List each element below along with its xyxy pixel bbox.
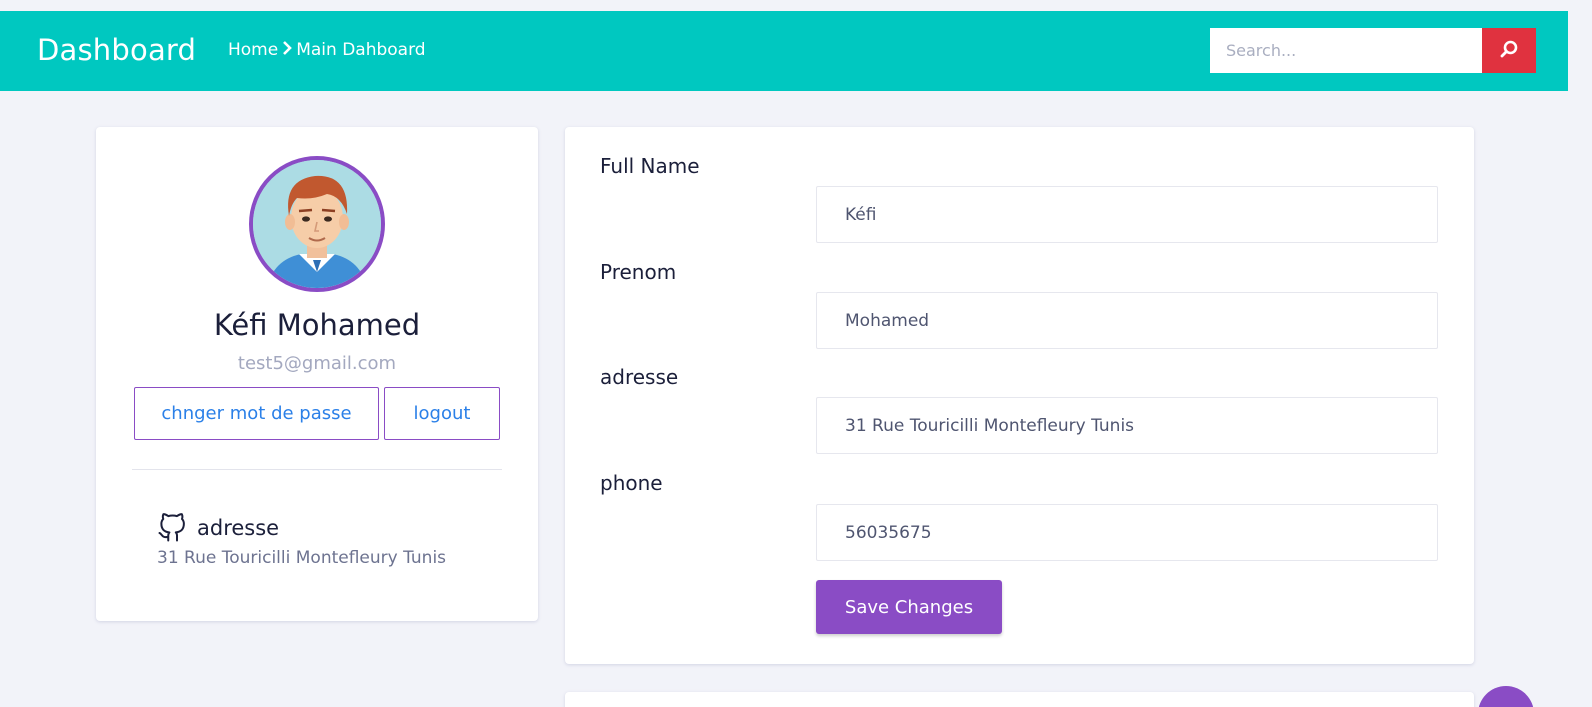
breadcrumb-home[interactable]: Home [228,40,278,60]
search-icon [1499,39,1519,62]
chevron-right-icon [282,41,293,59]
profile-email: test5@gmail.com [237,353,397,374]
breadcrumb-current: Main Dahboard [296,40,426,60]
address-label: adresse [600,365,679,389]
user-avatar-icon [249,156,385,292]
profile-card: Kéfi Mohamed test5@gmail.com chnger mot … [96,127,538,621]
search-button[interactable] [1482,28,1536,73]
full-name-label: Full Name [600,154,700,178]
save-changes-button[interactable]: Save Changes [816,580,1002,634]
github-icon [157,513,187,547]
phone-label: phone [600,471,663,495]
prenom-input[interactable] [816,292,1438,349]
phone-input[interactable] [816,504,1438,561]
breadcrumb: Home Main Dahboard [228,40,426,60]
search-bar [1210,28,1536,73]
brand-title[interactable]: Dashboard [37,33,196,67]
search-input[interactable] [1210,28,1483,73]
info-address-label: adresse [197,516,280,540]
divider [132,469,502,470]
info-address-value: 31 Rue Touricilli Montefleury Tunis [157,548,447,568]
top-header: Dashboard Home Main Dahboard [0,11,1568,91]
lower-card [565,692,1474,707]
prenom-label: Prenom [600,260,677,284]
profile-name: Kéfi Mohamed [213,308,421,342]
logout-button[interactable]: logout [384,387,500,440]
edit-profile-form: Full Name Prenom adresse phone Save Chan… [565,127,1474,664]
floating-action-button[interactable] [1478,686,1534,707]
full-name-input[interactable] [816,186,1438,243]
address-input[interactable] [816,397,1438,454]
change-password-button[interactable]: chnger mot de passe [134,387,379,440]
